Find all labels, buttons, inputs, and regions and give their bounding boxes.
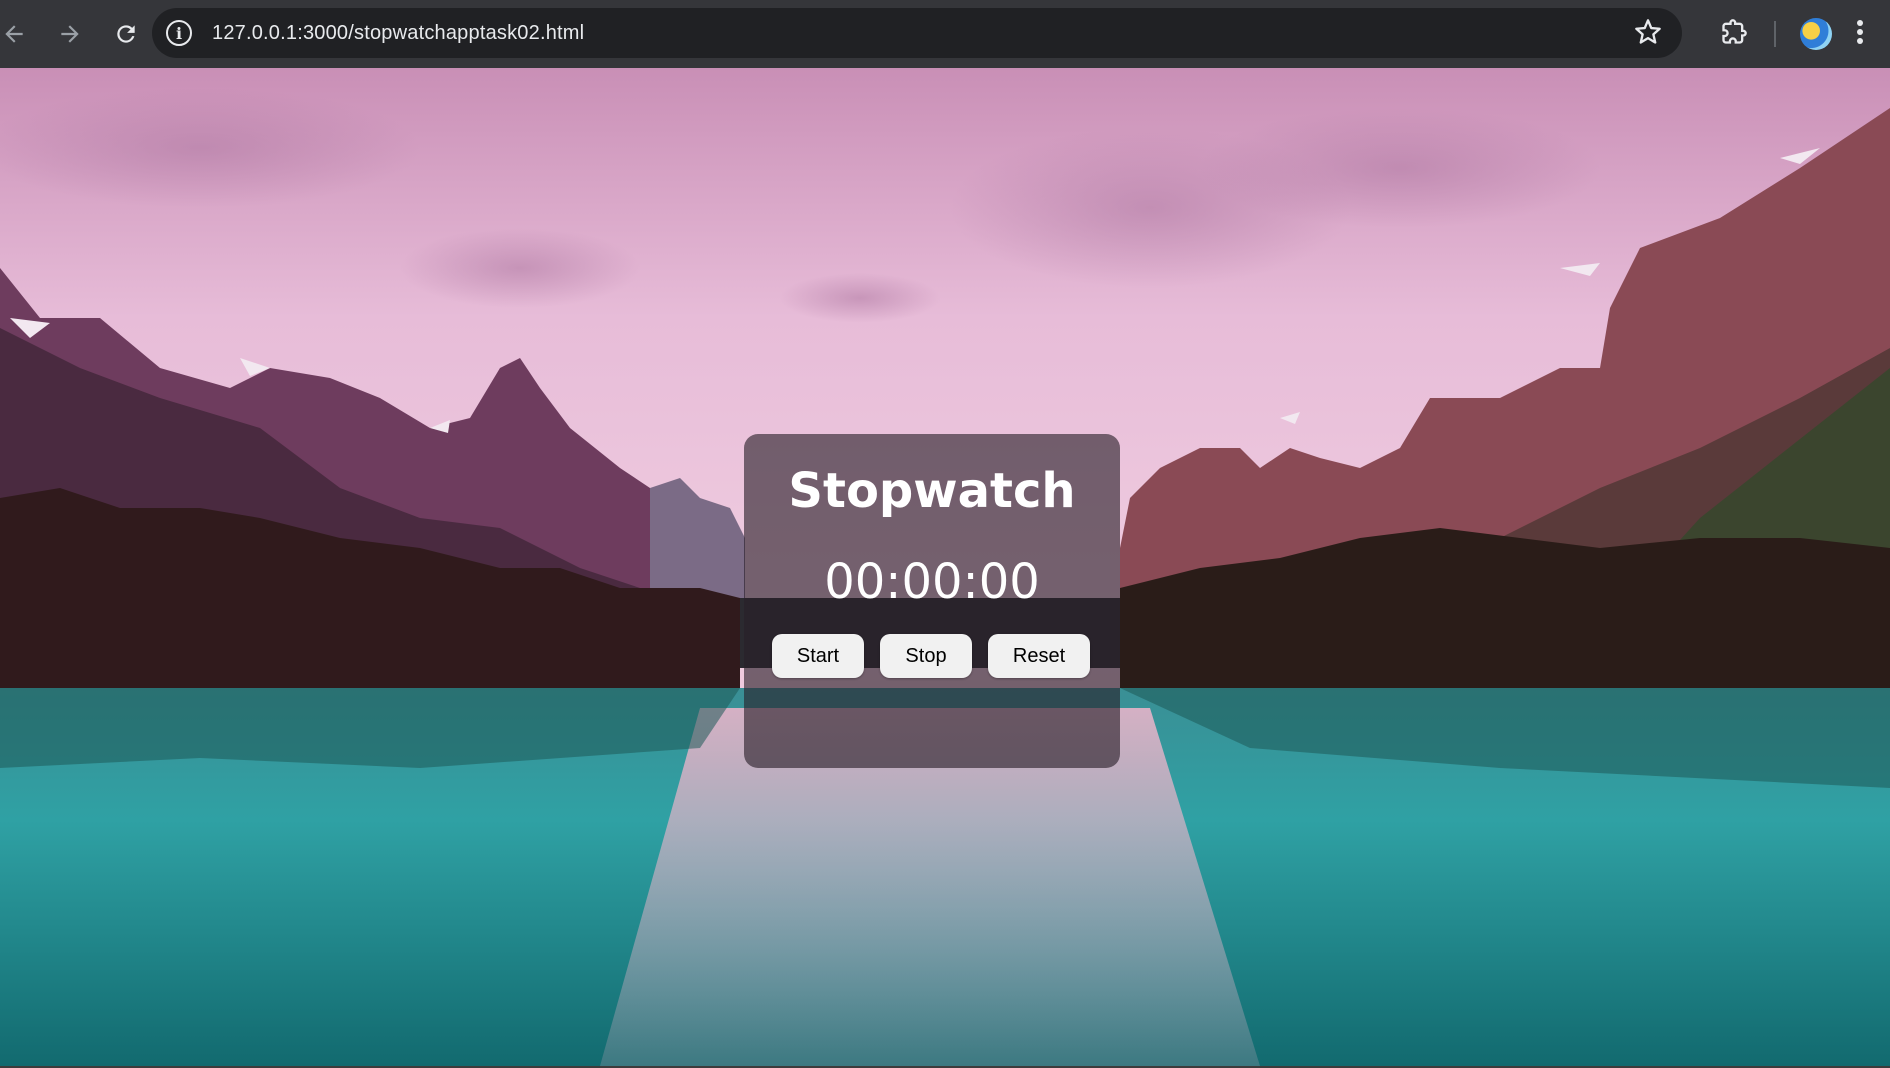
start-button[interactable]: Start (772, 634, 864, 678)
browser-toolbar: i 127.0.0.1:3000/stopwatchapptask02.html (0, 0, 1890, 68)
avatar[interactable] (1800, 18, 1832, 50)
stopwatch-title: Stopwatch (788, 463, 1076, 519)
more-menu-button[interactable] (1856, 19, 1864, 50)
forward-button[interactable] (48, 12, 92, 56)
back-icon (5, 25, 23, 43)
reset-button[interactable]: Reset (988, 634, 1090, 678)
star-icon (1635, 19, 1661, 44)
url-text[interactable]: 127.0.0.1:3000/stopwatchapptask02.html (212, 22, 584, 45)
extensions-icon (1722, 18, 1747, 44)
stop-button[interactable]: Stop (880, 634, 972, 678)
address-bar[interactable]: i 127.0.0.1:3000/stopwatchapptask02.html (152, 8, 1682, 58)
time-display: 00:00:00 (824, 554, 1040, 610)
forward-icon (61, 25, 79, 43)
info-icon[interactable]: i (166, 20, 192, 46)
back-button[interactable] (0, 12, 36, 56)
reload-button[interactable] (104, 12, 148, 56)
bookmark-button[interactable] (1634, 18, 1662, 51)
toolbar-divider (1774, 21, 1776, 47)
extensions-button[interactable] (1720, 18, 1748, 51)
reload-icon (117, 25, 135, 43)
more-menu-icon (1857, 19, 1863, 44)
